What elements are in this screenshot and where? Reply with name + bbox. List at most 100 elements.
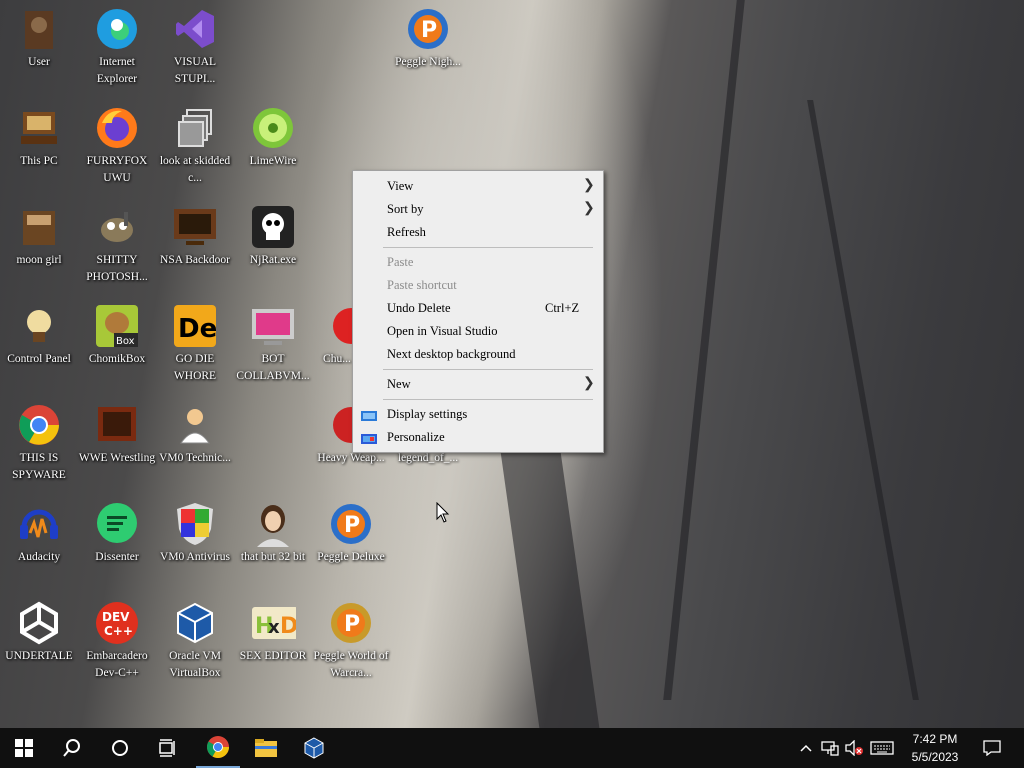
menu-item-sort-by[interactable]: Sort by ❯ [353, 198, 603, 220]
personalize-icon [361, 431, 377, 444]
desktop-icon-audacity[interactable]: Audacity [0, 501, 78, 566]
show-hidden-icons-button[interactable] [796, 728, 816, 768]
menu-item-refresh[interactable]: Refresh [353, 221, 603, 243]
svg-text:DEV: DEV [102, 610, 130, 624]
task-view-button[interactable] [144, 728, 192, 768]
taskbar-file-explorer[interactable] [244, 728, 288, 768]
desktop-icon-shitty-photoshop[interactable]: SHITTY PHOTOSH... [78, 204, 156, 286]
action-center-button[interactable] [978, 728, 1006, 768]
network-button[interactable] [818, 728, 842, 768]
desktop-icon-undertale[interactable]: UNDERTALE [0, 600, 78, 665]
chevron-right-icon: ❯ [583, 201, 595, 216]
menu-item-label: Undo Delete [387, 301, 451, 315]
desktop-icon-vm0-antivirus[interactable]: VM0 Antivirus [156, 501, 234, 566]
user-folder-icon [16, 6, 62, 52]
desktop-icon-peggle-deluxe[interactable]: P Peggle Deluxe [312, 501, 390, 566]
desktop-icon-wwe-wrestling[interactable]: WWE Wrestling [78, 402, 156, 467]
chomikbox-icon: Box [94, 303, 140, 349]
desktop-icon-sex-editor[interactable]: HxD SEX EDITOR [234, 600, 312, 665]
icon-label: UNDERTALE [5, 650, 73, 662]
desktop-icon-nsa-backdoor[interactable]: NSA Backdoor [156, 204, 234, 269]
technician-icon [172, 402, 218, 448]
menu-item-view[interactable]: View ❯ [353, 175, 603, 197]
volume-button[interactable] [842, 728, 866, 768]
clock[interactable]: 7:42 PM 5/5/2023 [900, 730, 970, 766]
icon-label: look at skidded c... [159, 155, 231, 184]
icon-label: Oracle VM VirtualBox [169, 650, 221, 679]
chevron-up-icon [800, 744, 812, 752]
desktop-icon-bot-collabvm[interactable]: BOT COLLABVM... [234, 303, 312, 385]
desktop-icon-limewire[interactable]: LimeWire [234, 105, 312, 170]
taskbar-chrome[interactable] [196, 728, 240, 768]
search-icon [63, 739, 80, 757]
desktop-icon-go-die[interactable]: De GO DIE WHORE [156, 303, 234, 385]
menu-item-label: Display settings [387, 407, 468, 421]
desktop-icon-njrat[interactable]: NjRat.exe [234, 204, 312, 269]
network-icon [821, 741, 839, 756]
folder-icon [16, 204, 62, 250]
svg-text:C++: C++ [104, 624, 133, 638]
icon-label: Peggle Nigh... [395, 56, 461, 68]
desktop-icon-internet-explorer[interactable]: Internet Explorer [78, 6, 156, 88]
menu-item-shortcut: Ctrl+Z [545, 301, 580, 315]
menu-item-open-visual-studio[interactable]: Open in Visual Studio [353, 320, 603, 342]
desktop-icon-visual-studio[interactable]: VISUAL STUPI... [156, 6, 234, 88]
desktop-icon-virtualbox[interactable]: Oracle VM VirtualBox [156, 600, 234, 682]
svg-text:Box: Box [116, 336, 135, 347]
mouse-cursor-icon [436, 501, 450, 528]
menu-item-personalize[interactable]: Personalize [353, 426, 603, 448]
visual-studio-icon [172, 6, 218, 52]
menu-item-new[interactable]: New ❯ [353, 373, 603, 395]
desktop-icon-user[interactable]: User [0, 6, 78, 71]
desktop-icon-vm0-technician[interactable]: VM0 Technic... [156, 402, 234, 467]
menu-item-display-settings[interactable]: Display settings [353, 403, 603, 425]
menu-item-undo-delete[interactable]: Undo Delete Ctrl+Z [353, 297, 603, 319]
touch-keyboard-button[interactable] [868, 728, 896, 768]
firefox-icon [94, 105, 140, 151]
unity-icon [16, 600, 62, 646]
icon-label: LimeWire [249, 155, 297, 167]
chevron-right-icon: ❯ [583, 178, 595, 193]
start-button[interactable] [0, 728, 48, 768]
icon-label: GO DIE WHORE [173, 353, 217, 382]
menu-item-label: New [387, 377, 411, 391]
notification-icon [983, 740, 1001, 756]
lightbulb-icon [16, 303, 62, 349]
desktop-icon-chomikbox[interactable]: Box ChomikBox [78, 303, 156, 368]
desktop-icon-spyware-chrome[interactable]: THIS IS SPYWARE [0, 402, 78, 484]
desktop-icon-peggle-nights[interactable]: P Peggle Nigh... [389, 6, 467, 71]
icon-label: Peggle World of Warcra... [313, 650, 389, 679]
computer-icon [16, 105, 62, 151]
virtualbox-icon [304, 737, 324, 759]
menu-item-label: View [387, 179, 414, 193]
desktop-icon-moon-girl[interactable]: moon girl [0, 204, 78, 269]
icon-label: Dissenter [95, 551, 139, 563]
taskbar-virtualbox[interactable] [292, 728, 336, 768]
desktop-icon-this-pc[interactable]: This PC [0, 105, 78, 170]
hxd-icon: HxD [250, 600, 296, 646]
icon-label: VISUAL STUPI... [173, 56, 217, 85]
peggle-wow-icon: P [328, 600, 374, 646]
desktop-icon-look-at-skidded[interactable]: look at skidded c... [156, 105, 234, 187]
menu-item-label: Refresh [387, 225, 426, 239]
desktop-icon-furryfox[interactable]: FURRYFOX UWU [78, 105, 156, 187]
desktop-icon-peggle-wow[interactable]: P Peggle World of Warcra... [312, 600, 390, 682]
menu-item-next-desktop-background[interactable]: Next desktop background [353, 343, 603, 365]
search-button[interactable] [48, 728, 96, 768]
icon-label: WWE Wrestling [78, 452, 156, 464]
menu-item-label: Next desktop background [387, 347, 516, 361]
audacity-icon [16, 501, 62, 547]
svg-text:P: P [344, 513, 360, 538]
desktop-icon-control-panel[interactable]: Control Panel [0, 303, 78, 368]
desktop-icon-dissenter[interactable]: Dissenter [78, 501, 156, 566]
menu-item-paste-shortcut: Paste shortcut [353, 274, 603, 296]
cortana-button[interactable] [96, 728, 144, 768]
task-view-icon [159, 739, 175, 757]
shortcut-icon [172, 105, 218, 151]
icon-label: FURRYFOX UWU [86, 155, 148, 184]
shield-icon [172, 501, 218, 547]
portrait-icon [250, 501, 296, 547]
icon-label: Control Panel [7, 353, 71, 365]
desktop-icon-that-but-32-bit[interactable]: that but 32 bit [234, 501, 312, 566]
desktop-icon-dev-cpp[interactable]: DEV C++ Embarcadero Dev-C++ [78, 600, 156, 682]
